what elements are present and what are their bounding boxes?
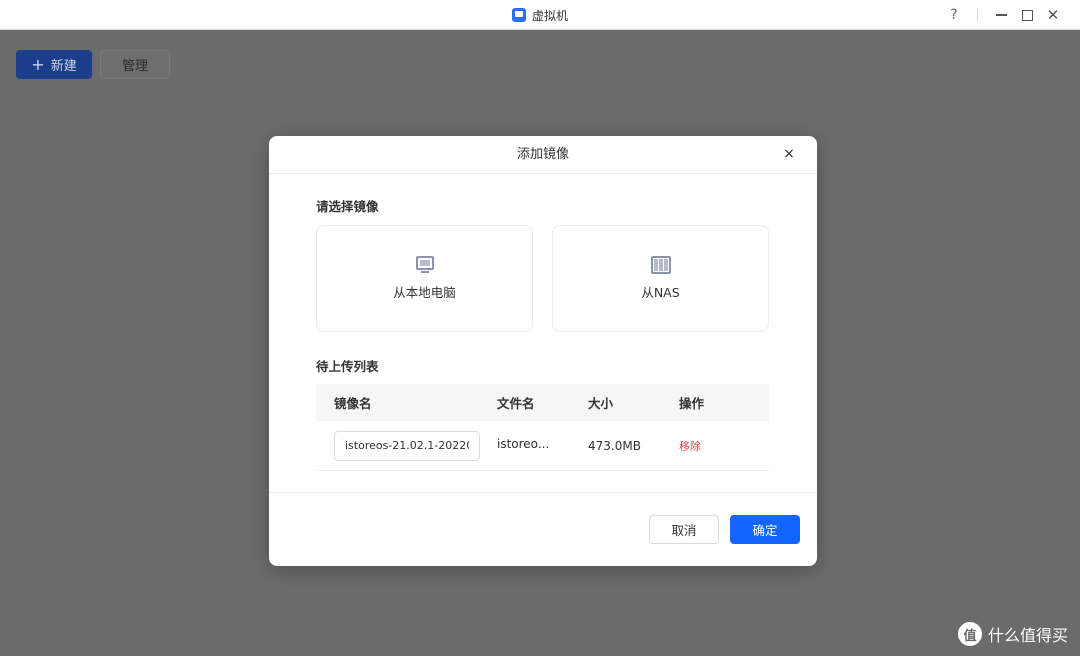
- window-title: 虚拟机: [531, 8, 568, 23]
- upload-list-title: 待上传列表: [316, 359, 379, 374]
- header-file-name: 文件名: [497, 396, 535, 411]
- table-row: istoreo... 473.0MB 移除: [316, 421, 769, 471]
- manage-button[interactable]: 管理: [100, 50, 170, 79]
- cell-file-name: istoreo...: [497, 437, 588, 454]
- source-local-computer-card[interactable]: 从本地电脑: [316, 225, 533, 332]
- dialog-header: 添加镜像 ×: [269, 136, 817, 174]
- select-image-title: 请选择镜像: [316, 199, 379, 214]
- cell-image-name: [316, 430, 497, 461]
- dialog-title: 添加镜像: [516, 147, 569, 162]
- new-button-label: 新建: [50, 59, 77, 74]
- new-button[interactable]: + 新建: [16, 50, 92, 79]
- plus-icon: +: [31, 54, 45, 74]
- maximize-button[interactable]: [1014, 2, 1040, 28]
- source-nas-card[interactable]: 从NAS: [552, 225, 769, 332]
- minimize-icon: [995, 14, 1007, 16]
- header-action: 操作: [679, 396, 705, 411]
- virtual-machine-app-icon: [511, 8, 526, 22]
- minimize-button[interactable]: [988, 2, 1014, 28]
- window-controls: ? ✕: [941, 0, 1066, 30]
- header-size: 大小: [588, 396, 614, 411]
- controls-divider: [977, 8, 978, 22]
- confirm-button[interactable]: 确定: [730, 515, 800, 544]
- source-nas-label: 从NAS: [641, 285, 680, 300]
- header-image-name: 镜像名: [334, 396, 372, 411]
- window-titlebar: 虚拟机 ? ✕: [0, 0, 1080, 30]
- window-close-button[interactable]: ✕: [1040, 2, 1066, 28]
- watermark-text: 什么值得买: [987, 626, 1068, 645]
- table-header: 镜像名 文件名 大小 操作: [316, 384, 769, 421]
- footer-divider: [269, 492, 817, 493]
- maximize-icon: [1021, 9, 1033, 21]
- image-name-input[interactable]: [334, 430, 480, 461]
- cell-size: 473.0MB: [588, 438, 641, 453]
- cancel-button[interactable]: 取消: [649, 515, 719, 544]
- nas-icon: [650, 256, 671, 274]
- dialog-close-button[interactable]: ×: [781, 146, 797, 162]
- source-local-label: 从本地电脑: [393, 285, 456, 300]
- computer-icon: [415, 256, 435, 274]
- cell-action: 移除: [679, 438, 769, 454]
- window-title-area: 虚拟机: [0, 0, 1080, 30]
- remove-link[interactable]: 移除: [679, 440, 701, 453]
- main-toolbar: + 新建 管理: [16, 50, 170, 79]
- add-image-dialog: 添加镜像 × 请选择镜像 从本地电脑 从NAS 待上传列表 镜像名 文件名 大小…: [269, 136, 817, 566]
- watermark: 值 什么值得买: [957, 622, 1068, 646]
- file-name-text: istoreo...: [497, 437, 550, 451]
- watermark-logo-icon: 值: [957, 622, 982, 646]
- upload-table: 镜像名 文件名 大小 操作 istoreo... 473.0MB 移除: [316, 384, 769, 471]
- help-button[interactable]: ?: [941, 2, 967, 28]
- close-icon: ✕: [1046, 6, 1060, 24]
